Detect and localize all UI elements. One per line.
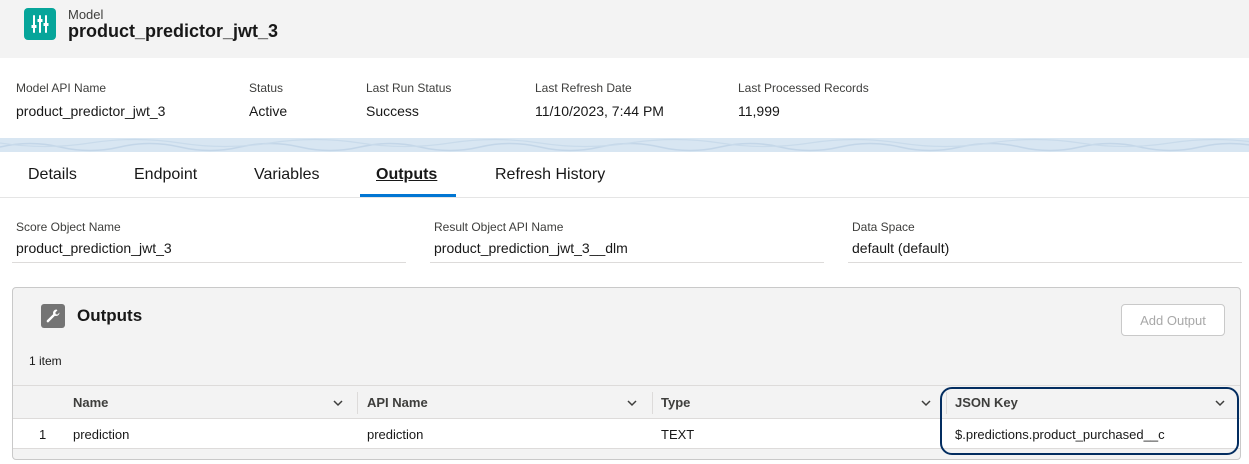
tab-bar: Details Endpoint Variables Outputs Refre… <box>0 152 1249 198</box>
highlight-last-processed-records: Last Processed Records 11,999 <box>738 81 869 119</box>
highlight-value: 11/10/2023, 7:44 PM <box>535 103 664 119</box>
cell-name: prediction <box>73 426 130 442</box>
highlight-label: Last Run Status <box>366 81 452 95</box>
field-label: Data Space <box>852 220 915 234</box>
highlight-value: Success <box>366 103 419 119</box>
field-score-object-name: Score Object Name product_prediction_jwt… <box>12 220 406 263</box>
field-value: product_prediction_jwt_3 <box>12 240 406 263</box>
column-header-name[interactable]: Name <box>73 386 353 418</box>
header-kicker: Model <box>68 7 104 22</box>
highlight-model-api-name: Model API Name product_predictor_jwt_3 <box>16 81 165 119</box>
field-data-space: Data Space default (default) <box>848 220 1242 263</box>
highlight-label: Model API Name <box>16 81 107 95</box>
json-key-highlight-annotation <box>940 387 1239 455</box>
field-value: default (default) <box>848 240 1242 263</box>
highlights-panel: Model API Name product_predictor_jwt_3 S… <box>0 58 1249 138</box>
cell-api-name: prediction <box>367 426 424 442</box>
cell-type: TEXT <box>661 426 695 442</box>
sliders-icon <box>24 8 56 40</box>
highlight-label: Last Refresh Date <box>535 81 632 95</box>
add-output-button[interactable]: Add Output <box>1121 304 1225 336</box>
column-header-api-name[interactable]: API Name <box>367 386 647 418</box>
page-header: Model product_predictor_jwt_3 <box>0 0 1249 58</box>
column-divider <box>652 392 653 414</box>
page-title: product_predictor_jwt_3 <box>68 21 279 41</box>
column-header-type[interactable]: Type <box>661 386 941 418</box>
active-tab-indicator <box>360 194 456 197</box>
highlight-value: product_predictor_jwt_3 <box>16 103 166 119</box>
field-result-object-api-name: Result Object API Name product_predictio… <box>430 220 824 263</box>
row-number: 1 <box>39 426 47 442</box>
highlight-status: Status Active <box>249 81 287 119</box>
highlight-last-run-status: Last Run Status Success <box>366 81 451 119</box>
chevron-down-icon[interactable] <box>332 396 344 414</box>
highlight-value: 11,999 <box>738 103 780 119</box>
tab-endpoint[interactable]: Endpoint <box>134 166 197 184</box>
field-label: Result Object API Name <box>434 220 564 234</box>
tab-outputs[interactable]: Outputs <box>376 166 437 184</box>
item-count: 1 item <box>29 354 62 368</box>
highlight-label: Status <box>249 81 284 95</box>
decorative-band <box>0 138 1249 152</box>
tab-variables[interactable]: Variables <box>254 166 320 184</box>
wrench-icon <box>41 304 65 328</box>
chevron-down-icon[interactable] <box>920 396 932 414</box>
highlight-value: Active <box>249 103 288 119</box>
field-value: product_prediction_jwt_3__dlm <box>430 240 824 263</box>
field-label: Score Object Name <box>16 220 121 234</box>
tab-details[interactable]: Details <box>28 166 77 184</box>
highlight-label: Last Processed Records <box>738 81 869 95</box>
chevron-down-icon[interactable] <box>626 396 638 414</box>
outputs-title: Outputs <box>77 306 143 325</box>
tab-refresh-history[interactable]: Refresh History <box>495 166 605 184</box>
column-divider <box>357 392 358 414</box>
highlight-last-refresh-date: Last Refresh Date 11/10/2023, 7:44 PM <box>535 81 664 119</box>
